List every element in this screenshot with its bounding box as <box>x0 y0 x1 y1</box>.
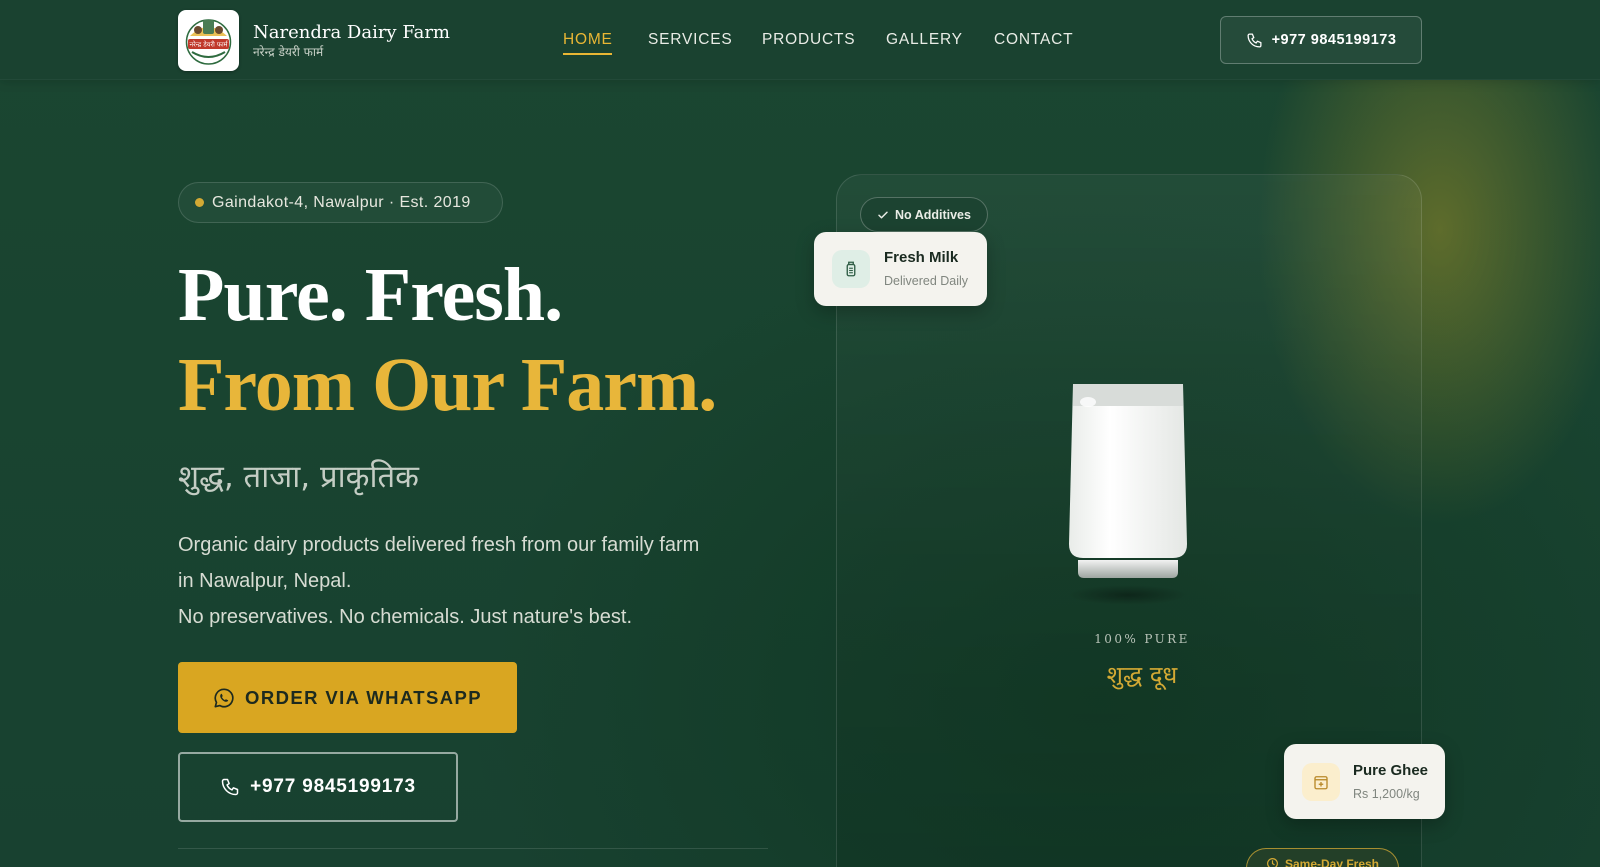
hero-description-line-2: No preservatives. No chemicals. Just nat… <box>178 606 633 628</box>
brand-name[interactable]: Narendra Dairy Farm <box>253 22 450 43</box>
milk-bottle-icon <box>832 250 870 288</box>
pure-ghee-title: Pure Ghee <box>1353 762 1429 779</box>
whatsapp-icon <box>214 687 234 708</box>
same-day-fresh-label: Same-Day Fresh <box>1284 857 1380 867</box>
no-additives-label: No Additives <box>895 207 971 222</box>
fresh-milk-card[interactable]: Fresh Milk Delivered Daily <box>814 232 987 306</box>
headline-line-2: From Our Farm. <box>178 343 717 427</box>
hero-divider <box>178 848 768 849</box>
order-whatsapp-label: ORDER VIA WHATSAPP <box>245 686 482 708</box>
nav-phone-number: +977 9845199173 <box>1271 32 1397 48</box>
pure-ghee-price: Rs 1,200/kg <box>1353 787 1420 801</box>
hero-description: Organic dairy products delivered fresh f… <box>178 527 718 635</box>
fresh-milk-subtitle: Delivered Daily <box>884 274 969 288</box>
brand-subtitle: नरेन्द्र डेयरी फार्म <box>253 45 324 59</box>
phone-icon <box>1247 32 1262 48</box>
hero-headline: Pure. Fresh. From Our Farm. <box>178 250 717 430</box>
hero-description-line-1: Organic dairy products delivered fresh f… <box>178 534 700 592</box>
no-additives-chip: No Additives <box>860 197 988 232</box>
order-whatsapp-button[interactable]: ORDER VIA WHATSAPP <box>178 662 517 733</box>
fresh-milk-title: Fresh Milk <box>884 249 959 266</box>
nav-home[interactable]: HOME <box>563 31 613 49</box>
logo-emblem-icon: नरेन्द्र डेयरी फार्म <box>185 19 232 65</box>
logo-text: नरेन्द्र डेयरी फार्म <box>189 41 228 49</box>
brand-logo[interactable]: नरेन्द्र डेयरी फार्म <box>178 10 239 71</box>
clock-icon <box>1266 858 1278 867</box>
nav-products[interactable]: PRODUCTS <box>762 31 855 49</box>
pure-label: 100% PURE <box>1094 632 1190 646</box>
badge-dot-icon <box>195 198 204 207</box>
nav-phone-button[interactable]: +977 9845199173 <box>1220 16 1422 64</box>
call-phone-button[interactable]: +977 9845199173 <box>178 752 458 822</box>
pure-ghee-card[interactable]: Pure Ghee Rs 1,200/kg <box>1284 744 1445 819</box>
location-badge-text: Gaindakot-4, Nawalpur · Est. 2019 <box>212 193 471 211</box>
same-day-fresh-chip: Same-Day Fresh <box>1246 848 1399 867</box>
headline-line-1: Pure. Fresh. <box>178 253 563 337</box>
nav-contact[interactable]: CONTACT <box>994 31 1073 49</box>
nav-services[interactable]: SERVICES <box>648 31 733 49</box>
phone-icon <box>221 778 239 796</box>
nav-gallery[interactable]: GALLERY <box>886 31 963 49</box>
nav-active-indicator <box>563 53 612 55</box>
milk-glass-illustration <box>1068 384 1188 605</box>
jar-icon <box>1302 763 1340 801</box>
location-badge: Gaindakot-4, Nawalpur · Est. 2019 <box>178 182 503 223</box>
call-phone-label: +977 9845199173 <box>250 776 416 797</box>
check-icon <box>878 211 888 218</box>
top-navbar: नरेन्द्र डेयरी फार्म Narendra Dairy Farm… <box>0 0 1600 80</box>
hindi-tagline: शुद्ध, ताजा, प्राकृतिक <box>178 459 419 495</box>
pure-milk-hindi: शुद्ध दूध <box>1106 661 1178 689</box>
